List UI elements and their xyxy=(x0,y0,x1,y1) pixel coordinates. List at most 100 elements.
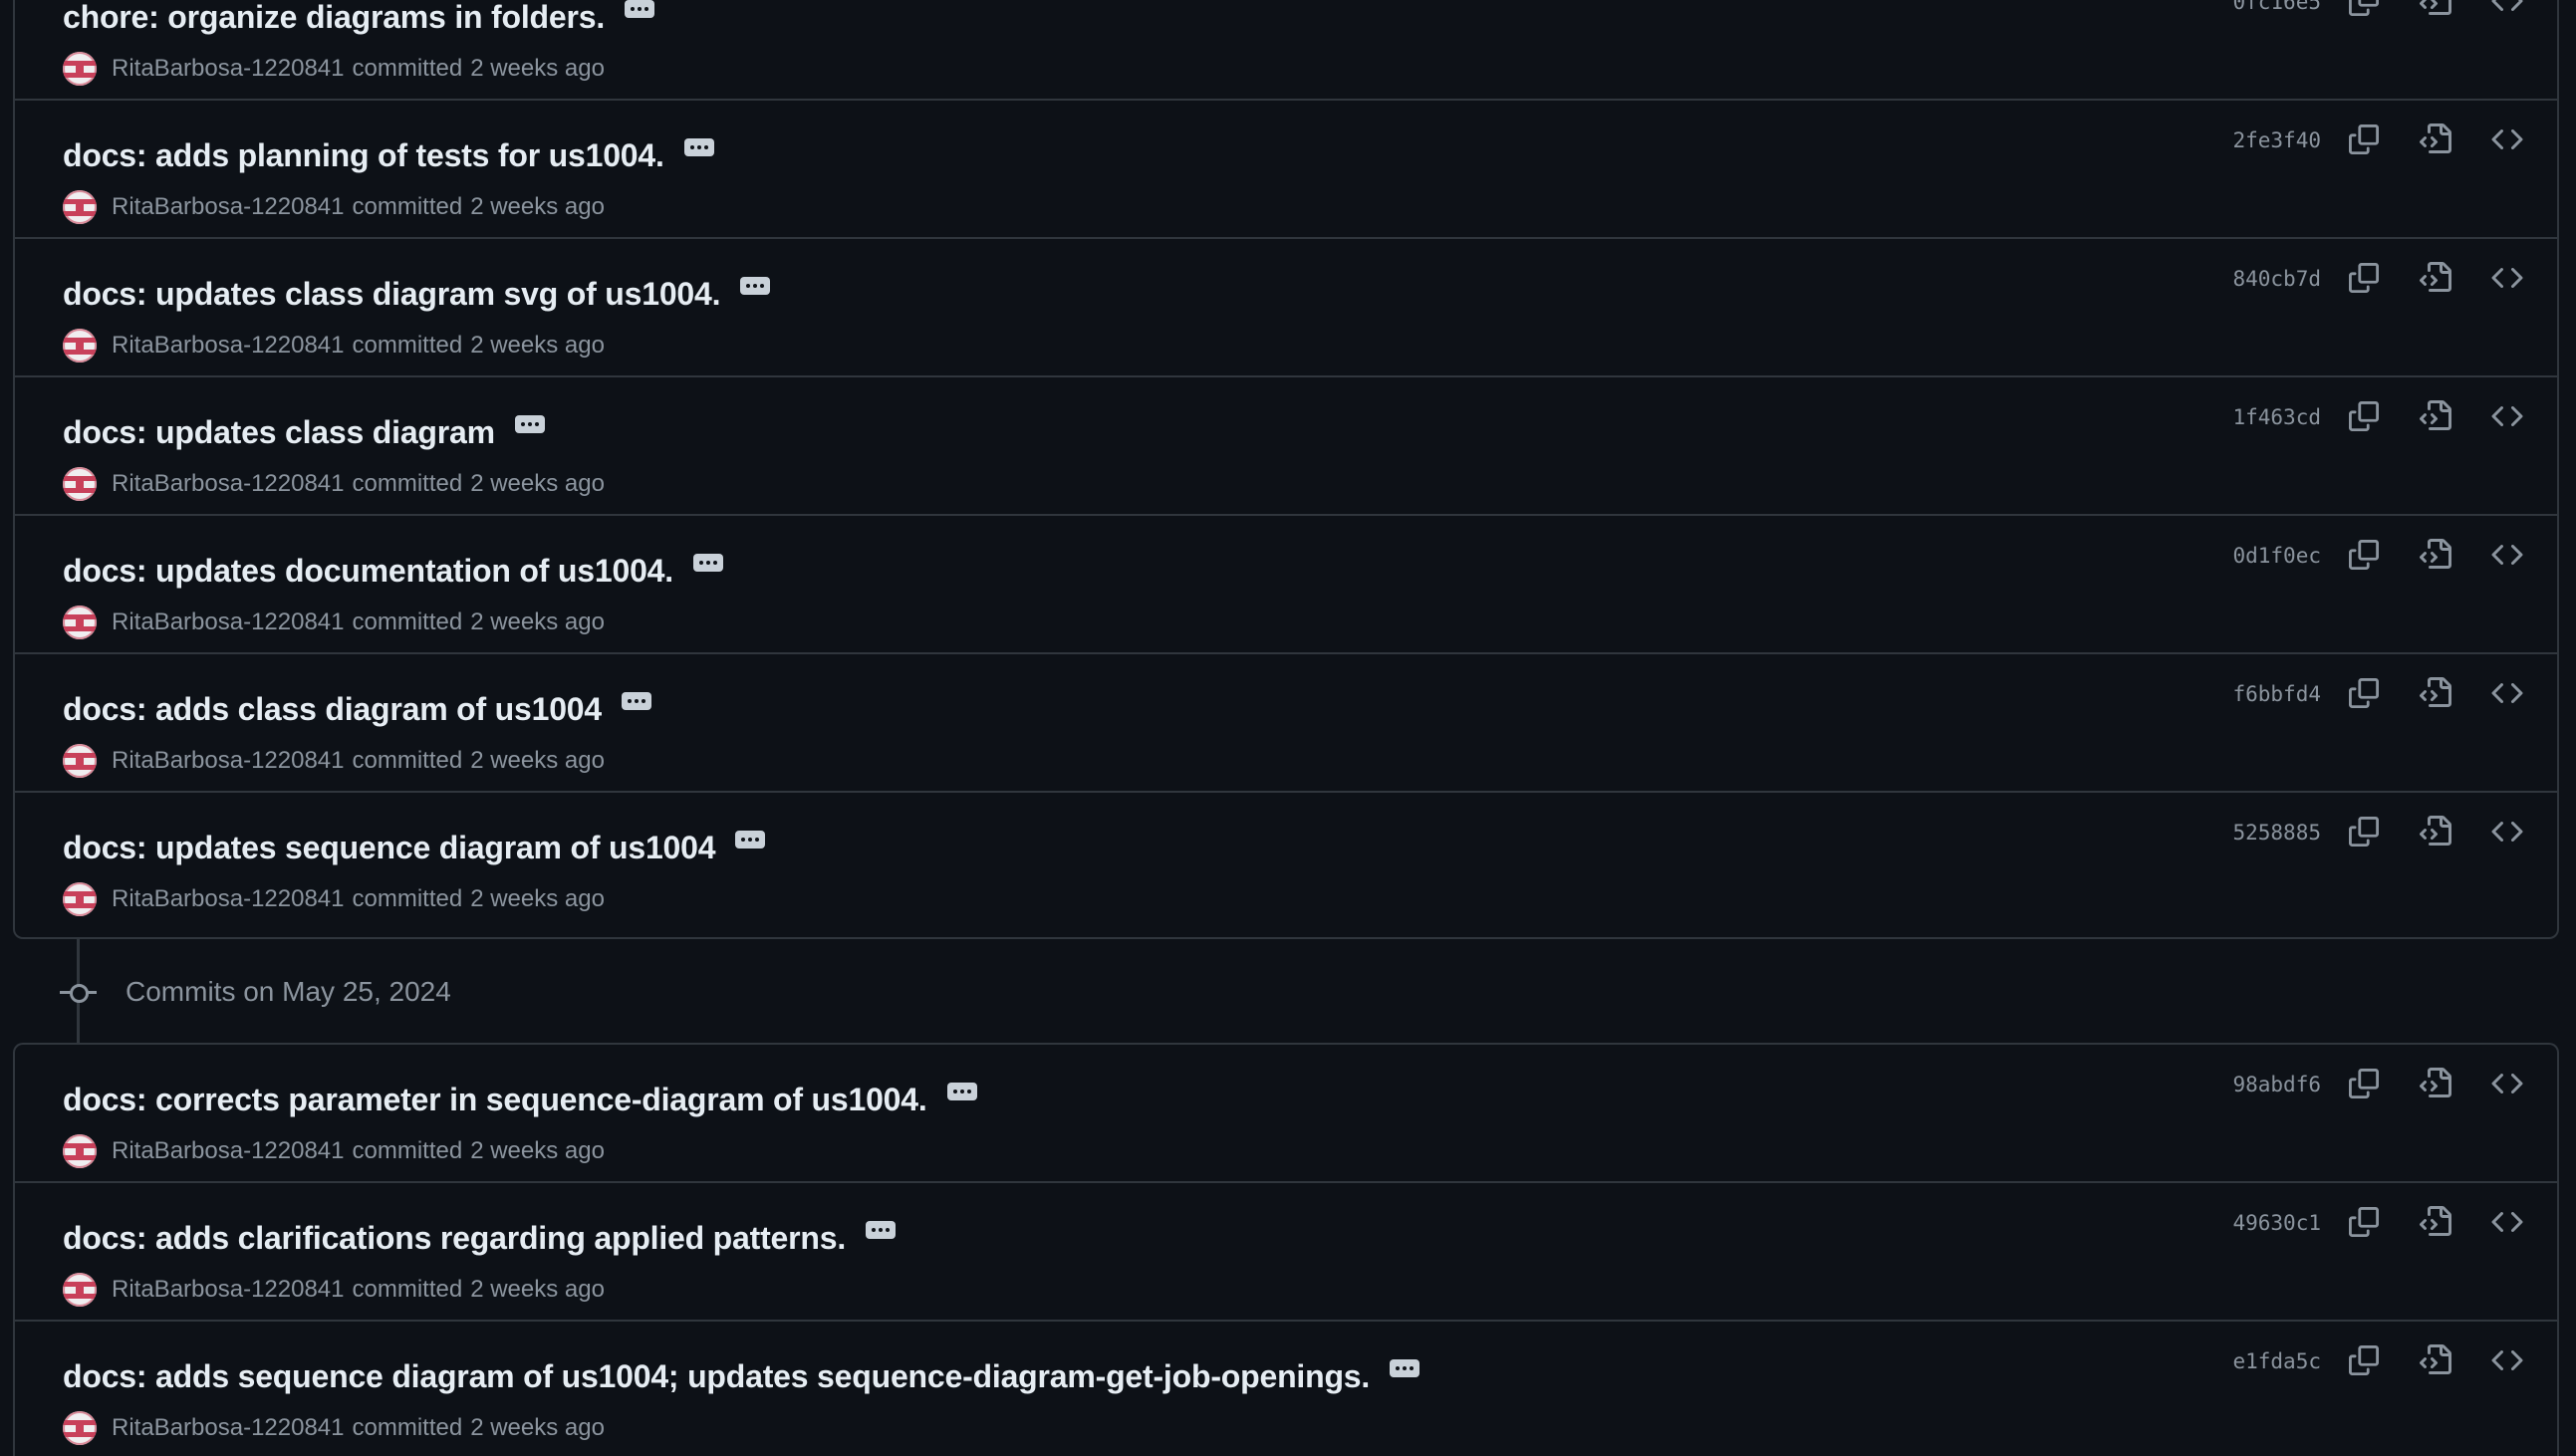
commit-meta: RitaBarbosa-1220841 committed 2 weeks ag… xyxy=(63,328,605,364)
code-icon[interactable] xyxy=(2485,118,2529,161)
avatar[interactable] xyxy=(63,52,97,86)
author-link[interactable]: RitaBarbosa-1220841 xyxy=(112,55,345,83)
file-code-icon[interactable] xyxy=(2414,671,2457,715)
kebab-horizontal-icon[interactable] xyxy=(621,692,651,710)
author-link[interactable]: RitaBarbosa-1220841 xyxy=(112,332,345,360)
commit-title-link[interactable]: docs: adds planning of tests for us1004. xyxy=(63,137,664,174)
avatar[interactable] xyxy=(63,329,97,363)
commit-title-link[interactable]: chore: organize diagrams in folders. xyxy=(63,0,605,36)
file-code-icon[interactable] xyxy=(2414,0,2457,23)
commit-sha-link[interactable]: 0d1f0ec xyxy=(2211,538,2321,574)
kebab-horizontal-icon[interactable] xyxy=(514,415,545,433)
commit-sha-link[interactable]: 5258885 xyxy=(2211,815,2321,850)
commit-title-line: chore: organize diagrams in folders. xyxy=(63,0,655,39)
avatar[interactable] xyxy=(63,882,97,916)
commit-title-link[interactable]: docs: adds sequence diagram of us1004; u… xyxy=(63,1358,1370,1395)
kebab-horizontal-icon[interactable] xyxy=(866,1221,897,1239)
code-icon[interactable] xyxy=(2485,0,2529,23)
commit-row: docs: updates documentation of us1004. R… xyxy=(15,516,2557,654)
commit-title-link[interactable]: docs: updates documentation of us1004. xyxy=(63,553,673,590)
avatar[interactable] xyxy=(63,606,97,639)
copy-icon[interactable] xyxy=(2342,0,2386,23)
copy-icon[interactable] xyxy=(2342,671,2386,715)
commit-title-line: docs: updates class diagram xyxy=(63,410,545,454)
file-code-icon[interactable] xyxy=(2414,810,2457,853)
avatar[interactable] xyxy=(63,744,97,778)
author-link[interactable]: RitaBarbosa-1220841 xyxy=(112,1414,345,1442)
kebab-horizontal-icon[interactable] xyxy=(735,831,766,849)
code-icon[interactable] xyxy=(2485,671,2529,715)
commit-time: 2 weeks ago xyxy=(470,1276,605,1303)
commit-sha-link[interactable]: 1f463cd xyxy=(2211,399,2321,435)
author-link[interactable]: RitaBarbosa-1220841 xyxy=(112,1276,345,1304)
avatar[interactable] xyxy=(63,190,97,224)
commit-sha-link[interactable]: 98abdf6 xyxy=(2211,1067,2321,1102)
avatar[interactable] xyxy=(63,467,97,501)
copy-icon[interactable] xyxy=(2342,1338,2386,1382)
author-link[interactable]: RitaBarbosa-1220841 xyxy=(112,608,345,636)
file-code-icon[interactable] xyxy=(2414,1338,2457,1382)
commit-row: docs: adds class diagram of us1004 RitaB… xyxy=(15,654,2557,793)
copy-icon[interactable] xyxy=(2342,394,2386,438)
kebab-horizontal-icon[interactable] xyxy=(625,0,655,18)
commit-meta: RitaBarbosa-1220841 committed 2 weeks ag… xyxy=(63,466,605,502)
code-icon[interactable] xyxy=(2485,533,2529,577)
file-code-icon[interactable] xyxy=(2414,1200,2457,1244)
kebab-horizontal-icon[interactable] xyxy=(1390,1359,1420,1377)
commit-row: docs: updates class diagram svg of us100… xyxy=(15,239,2557,377)
commit-title-line: docs: updates sequence diagram of us1004 xyxy=(63,826,766,869)
file-code-icon[interactable] xyxy=(2414,394,2457,438)
copy-icon[interactable] xyxy=(2342,810,2386,853)
code-icon[interactable] xyxy=(2485,1062,2529,1105)
commit-sha-link[interactable]: 0fc16e5 xyxy=(2211,0,2321,20)
author-link[interactable]: RitaBarbosa-1220841 xyxy=(112,470,345,498)
code-icon[interactable] xyxy=(2485,1200,2529,1244)
commit-time: 2 weeks ago xyxy=(470,608,605,635)
kebab-horizontal-icon[interactable] xyxy=(740,277,771,295)
copy-icon[interactable] xyxy=(2342,533,2386,577)
commit-action: committed xyxy=(352,332,463,359)
commit-title-link[interactable]: docs: corrects parameter in sequence-dia… xyxy=(63,1082,927,1118)
commit-title-link[interactable]: docs: adds clarifications regarding appl… xyxy=(63,1220,846,1257)
copy-icon[interactable] xyxy=(2342,118,2386,161)
author-link[interactable]: RitaBarbosa-1220841 xyxy=(112,1137,345,1165)
commit-title-line: docs: adds clarifications regarding appl… xyxy=(63,1216,897,1260)
commit-time: 2 weeks ago xyxy=(470,55,605,82)
commit-sha-link[interactable]: 49630c1 xyxy=(2211,1205,2321,1241)
code-icon[interactable] xyxy=(2485,256,2529,300)
commit-action: committed xyxy=(352,608,463,635)
commit-sha-link[interactable]: 840cb7d xyxy=(2211,261,2321,297)
commit-row: docs: corrects parameter in sequence-dia… xyxy=(15,1045,2557,1183)
code-icon[interactable] xyxy=(2485,1338,2529,1382)
code-icon[interactable] xyxy=(2485,394,2529,438)
author-link[interactable]: RitaBarbosa-1220841 xyxy=(112,885,345,913)
commit-time: 2 weeks ago xyxy=(470,470,605,497)
commit-title-link[interactable]: docs: adds class diagram of us1004 xyxy=(63,691,602,728)
commit-action: committed xyxy=(352,1137,463,1164)
kebab-horizontal-icon[interactable] xyxy=(683,138,714,156)
avatar[interactable] xyxy=(63,1134,97,1168)
avatar[interactable] xyxy=(63,1273,97,1307)
commit-title-link[interactable]: docs: updates class diagram svg of us100… xyxy=(63,276,721,313)
commit-sha-link[interactable]: e1fda5c xyxy=(2211,1343,2321,1379)
copy-icon[interactable] xyxy=(2342,1200,2386,1244)
commit-title-link[interactable]: docs: updates sequence diagram of us1004 xyxy=(63,830,716,866)
file-code-icon[interactable] xyxy=(2414,256,2457,300)
commit-action: committed xyxy=(352,470,463,497)
copy-icon[interactable] xyxy=(2342,1062,2386,1105)
copy-icon[interactable] xyxy=(2342,256,2386,300)
file-code-icon[interactable] xyxy=(2414,1062,2457,1105)
kebab-horizontal-icon[interactable] xyxy=(946,1083,977,1100)
author-link[interactable]: RitaBarbosa-1220841 xyxy=(112,193,345,221)
author-link[interactable]: RitaBarbosa-1220841 xyxy=(112,747,345,775)
code-icon[interactable] xyxy=(2485,810,2529,853)
file-code-icon[interactable] xyxy=(2414,118,2457,161)
avatar[interactable] xyxy=(63,1411,97,1445)
commit-action: committed xyxy=(352,1276,463,1303)
kebab-horizontal-icon[interactable] xyxy=(692,554,723,572)
commit-sha-link[interactable]: f6bbfd4 xyxy=(2211,676,2321,712)
commit-sha-link[interactable]: 2fe3f40 xyxy=(2211,122,2321,158)
commit-title-link[interactable]: docs: updates class diagram xyxy=(63,414,495,451)
commit-title-line: docs: updates class diagram svg of us100… xyxy=(63,272,771,316)
file-code-icon[interactable] xyxy=(2414,533,2457,577)
